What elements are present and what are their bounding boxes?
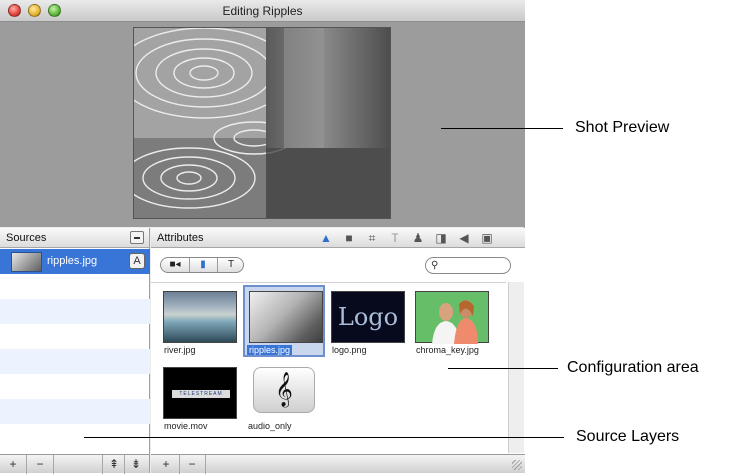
add-media-button[interactable]: + — [157, 457, 175, 471]
remove-source-button[interactable]: − — [31, 457, 49, 471]
empty-source-row — [0, 324, 150, 349]
media-thumbnail — [249, 291, 323, 343]
divider — [53, 455, 54, 474]
empty-source-row — [0, 374, 150, 399]
source-layer-badge[interactable]: A — [129, 253, 145, 269]
media-item-river[interactable]: river.jpg — [159, 287, 241, 359]
source-row-ripples[interactable]: ripples.jpg A — [0, 249, 150, 274]
media-item-label: chroma_key.jpg — [416, 345, 479, 355]
source-thumbnail — [11, 252, 42, 272]
media-item-label: ripples.jpg — [247, 345, 293, 355]
media-item-ripples[interactable]: ripples.jpg — [243, 285, 325, 357]
media-type-filter: ■◂ ▮ T — [160, 257, 244, 273]
media-tool-icon[interactable]: ▲ — [319, 231, 333, 245]
divider — [26, 455, 27, 474]
attribute-toolbar: ▲ ■ ⌗ T ♟ ◨ ◀ ▣ — [319, 231, 519, 246]
window-title: Editing Ripples — [222, 4, 303, 18]
transition-tool-icon[interactable]: ◨ — [434, 231, 448, 245]
divider — [205, 455, 206, 474]
music-note-icon: 𝄞 — [253, 367, 315, 413]
filter-image-icon[interactable]: ▮ — [190, 258, 216, 272]
shot-preview-pointer — [441, 128, 563, 129]
media-item-audio-only[interactable]: 𝄞 audio_only — [243, 363, 325, 435]
empty-source-row — [0, 299, 150, 324]
filter-video-icon[interactable]: ■◂ — [162, 258, 188, 272]
empty-source-row — [0, 274, 150, 299]
media-thumbnail — [163, 291, 237, 343]
move-layer-up-button[interactable]: ⇞ — [105, 457, 123, 471]
divider — [179, 455, 180, 474]
source-layers-callout: Source Layers — [576, 428, 680, 445]
audio-tool-icon[interactable]: ◀ — [457, 231, 471, 245]
media-search-field[interactable]: ⚲ — [425, 257, 511, 274]
search-icon: ⚲ — [431, 260, 439, 271]
configuration-area-pointer — [448, 368, 558, 369]
resize-grip[interactable] — [512, 460, 522, 470]
sources-title: Sources — [6, 232, 47, 244]
color-tool-icon[interactable]: ■ — [342, 231, 356, 245]
media-item-logo[interactable]: Logo logo.png — [327, 287, 409, 359]
shot-preview — [0, 22, 524, 227]
source-name: ripples.jpg — [47, 255, 98, 267]
sources-bottom-bar: + − ⇞ ⇟ — [0, 454, 149, 474]
remove-media-button[interactable]: − — [183, 457, 201, 471]
divider — [124, 455, 125, 474]
media-thumbnail: Logo — [331, 291, 405, 343]
configuration-area-callout: Configuration area — [567, 359, 699, 376]
empty-source-row — [0, 349, 150, 374]
attributes-title: Attributes — [157, 232, 204, 244]
media-thumbnail — [415, 291, 489, 344]
collapse-sources-button[interactable] — [130, 231, 144, 244]
media-item-label: movie.mov — [164, 421, 208, 431]
title-bar[interactable]: Editing Ripples — [0, 0, 525, 22]
move-layer-down-button[interactable]: ⇟ — [127, 457, 145, 471]
shot-preview-callout: Shot Preview — [575, 119, 670, 136]
add-source-button[interactable]: + — [4, 457, 22, 471]
attributes-header: Attributes ▲ ■ ⌗ T ♟ ◨ ◀ ▣ — [151, 228, 525, 248]
source-layers-pointer — [84, 437, 564, 438]
preview-image — [133, 27, 391, 219]
media-item-label: river.jpg — [164, 345, 196, 355]
crop-tool-icon[interactable]: ⌗ — [365, 231, 379, 245]
media-item-movie[interactable]: TELESTREAM movie.mov — [159, 363, 241, 435]
media-item-chroma-key[interactable]: chroma_key.jpg — [411, 287, 493, 359]
divider — [102, 455, 103, 474]
empty-source-row — [0, 399, 150, 424]
movie-title-band: TELESTREAM — [172, 390, 230, 398]
filter-text-icon[interactable]: T — [218, 258, 244, 272]
media-item-label: audio_only — [248, 421, 292, 431]
media-thumbnail: TELESTREAM — [163, 367, 237, 419]
chroma-key-tool-icon[interactable]: ♟ — [411, 231, 425, 245]
layout-tool-icon[interactable]: ▣ — [480, 231, 494, 245]
attributes-bottom-bar: + − — [151, 454, 525, 474]
editing-window: Editing Ripples Sources ripples.jpg A + … — [0, 0, 525, 474]
text-tool-icon[interactable]: T — [388, 231, 402, 245]
media-item-label: logo.png — [332, 345, 367, 355]
sources-header: Sources — [0, 228, 149, 248]
